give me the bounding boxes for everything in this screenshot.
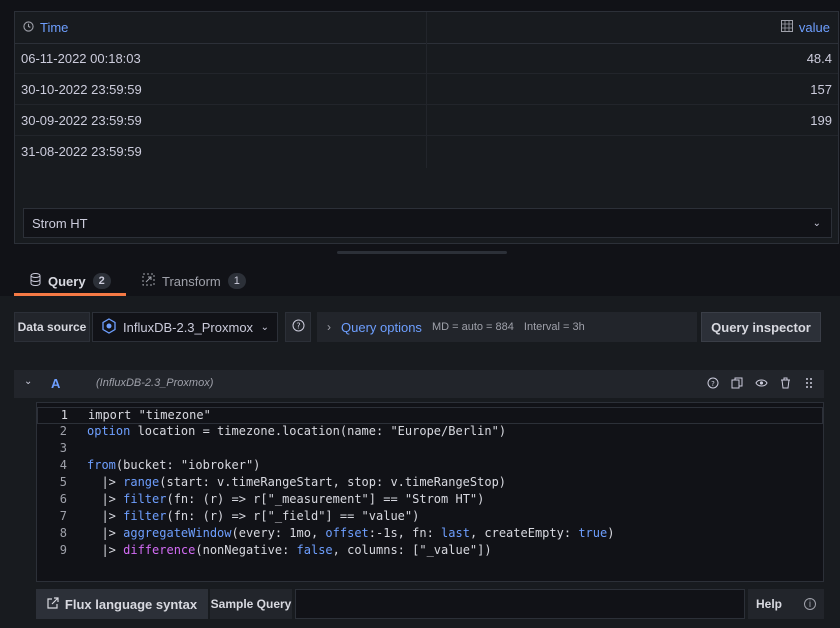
chevron-right-icon: › <box>327 320 331 334</box>
datasource-help-button[interactable]: ? <box>285 312 311 342</box>
cell-value: 157 <box>810 82 832 97</box>
table-row: 06-11-2022 00:18:03 48.4 <box>15 43 838 74</box>
line-number: 8 <box>59 526 67 540</box>
pane-resize-handle[interactable] <box>337 251 507 254</box>
code-text: |> filter(fn: (r) => r["_measurement"] =… <box>87 492 485 506</box>
code-line: 4 from(bucket: "iobroker") <box>37 458 823 475</box>
code-line: 9 |> difference(nonNegative: false, colu… <box>37 543 823 560</box>
query-ref-id[interactable]: A <box>51 376 60 391</box>
line-number: 3 <box>59 441 67 455</box>
chevron-down-icon: ⌄ <box>812 218 821 229</box>
query-row-header: ⌄ A (InfluxDB-2.3_Proxmox) ? <box>14 370 824 398</box>
influxdb-icon <box>101 317 117 337</box>
interval-value: Interval = 3h <box>523 321 585 333</box>
line-number: 5 <box>59 475 67 489</box>
database-icon <box>30 273 41 289</box>
datasource-picker[interactable]: InfluxDB-2.3_Proxmox ⌄ <box>92 312 278 342</box>
code-line: 8 |> aggregateWindow(every: 1mo, offset:… <box>37 526 823 543</box>
editor-footer: Flux language syntax Sample Query Help i <box>36 589 824 619</box>
svg-text:?: ? <box>296 322 300 331</box>
line-number: 7 <box>59 509 67 523</box>
external-link-icon <box>47 596 59 612</box>
flux-language-syntax-button[interactable]: Flux language syntax <box>36 589 208 619</box>
collapse-chevron-icon[interactable]: ⌄ <box>24 376 32 387</box>
cell-time: 30-09-2022 23:59:59 <box>21 113 142 128</box>
question-icon: ? <box>292 319 305 335</box>
datasource-label: Data source <box>14 312 90 342</box>
line-number: 4 <box>59 458 67 472</box>
code-text: import "timezone" <box>88 408 211 422</box>
datasource-picker-value: InfluxDB-2.3_Proxmox <box>123 319 254 335</box>
cell-time: 06-11-2022 00:18:03 <box>21 51 141 66</box>
sample-query-select[interactable] <box>295 589 745 619</box>
line-number: 2 <box>59 424 67 438</box>
flux-code-editor[interactable]: 1 import "timezone" 2 option location = tim… <box>36 402 824 582</box>
sample-query-label: Sample Query <box>210 589 292 619</box>
column-header-value-label: value <box>798 20 830 35</box>
chevron-down-icon: ⌄ <box>260 322 269 333</box>
table-row: 31-08-2022 23:59:59 <box>15 136 838 167</box>
code-line: 7 |> filter(fn: (r) => r["_field"] == "v… <box>37 509 823 526</box>
table-panel: Time value 06-11-2022 00:18:03 48.4 30-1… <box>14 11 839 244</box>
query-options-toggle[interactable]: › Query options MD = auto = 884 Interval… <box>317 312 697 342</box>
tab-transform[interactable]: Transform 1 <box>142 266 246 296</box>
column-header-value[interactable]: value <box>780 20 830 35</box>
column-header-time-label: Time <box>40 20 69 35</box>
clock-icon <box>23 20 34 35</box>
code-text: |> difference(nonNegative: false, column… <box>87 543 492 557</box>
max-data-points: MD = auto = 884 <box>431 321 514 333</box>
tab-query-label: Query <box>48 273 86 289</box>
transform-icon <box>142 273 155 289</box>
tab-query[interactable]: Query 2 <box>14 266 126 296</box>
column-header-time[interactable]: Time <box>23 20 68 35</box>
code-text: from(bucket: "iobroker") <box>87 458 261 472</box>
drag-handle-icon[interactable] <box>802 375 816 391</box>
code-line: 2 option location = timezone.location(nam… <box>37 424 823 441</box>
code-text: |> range(start: v.timeRangeStart, stop: … <box>87 475 507 489</box>
trash-icon[interactable] <box>778 375 792 391</box>
cell-value: 199 <box>810 113 832 128</box>
cell-time: 31-08-2022 23:59:59 <box>21 144 142 159</box>
info-icon: i <box>804 598 817 610</box>
table-icon <box>780 20 793 35</box>
code-text: option location = timezone.location(name… <box>87 424 507 438</box>
svg-text:?: ? <box>711 380 715 388</box>
line-number: 1 <box>60 408 68 422</box>
flux-language-syntax-label: Flux language syntax <box>64 596 198 612</box>
code-text: |> filter(fn: (r) => r["_field"] == "val… <box>87 509 420 523</box>
help-toggle[interactable]: Help i <box>748 589 824 619</box>
tab-transform-label: Transform <box>162 273 221 289</box>
table-row: 30-10-2022 23:59:59 157 <box>15 74 838 105</box>
table-row: 30-09-2022 23:59:59 199 <box>15 105 838 136</box>
cell-value: 48.4 <box>806 51 832 66</box>
tab-query-count: 2 <box>92 273 111 289</box>
eye-icon[interactable] <box>754 375 768 391</box>
duplicate-icon[interactable] <box>730 375 744 391</box>
help-label: Help <box>756 597 783 611</box>
cell-time: 30-10-2022 23:59:59 <box>21 82 142 97</box>
line-number: 9 <box>59 543 67 557</box>
help-icon[interactable]: ? <box>706 375 720 391</box>
code-line: 3 <box>37 441 823 458</box>
code-line: 1 import "timezone" <box>37 407 823 424</box>
line-number: 6 <box>59 492 67 506</box>
tab-transform-count: 1 <box>227 273 246 289</box>
code-line: 6 |> filter(fn: (r) => r["_measurement"]… <box>37 492 823 509</box>
query-datasource-name: (InfluxDB-2.3_Proxmox) <box>96 377 214 389</box>
query-inspector-button[interactable]: Query inspector <box>701 312 821 342</box>
code-line: 5 |> range(start: v.timeRangeStart, stop… <box>37 475 823 492</box>
query-options-label: Query options <box>341 319 422 335</box>
series-select-value: Strom HT <box>32 216 88 231</box>
code-text: |> aggregateWindow(every: 1mo, offset:-1… <box>87 526 615 540</box>
series-select[interactable]: Strom HT ⌄ <box>23 208 832 238</box>
query-row-actions: ? <box>706 375 816 391</box>
